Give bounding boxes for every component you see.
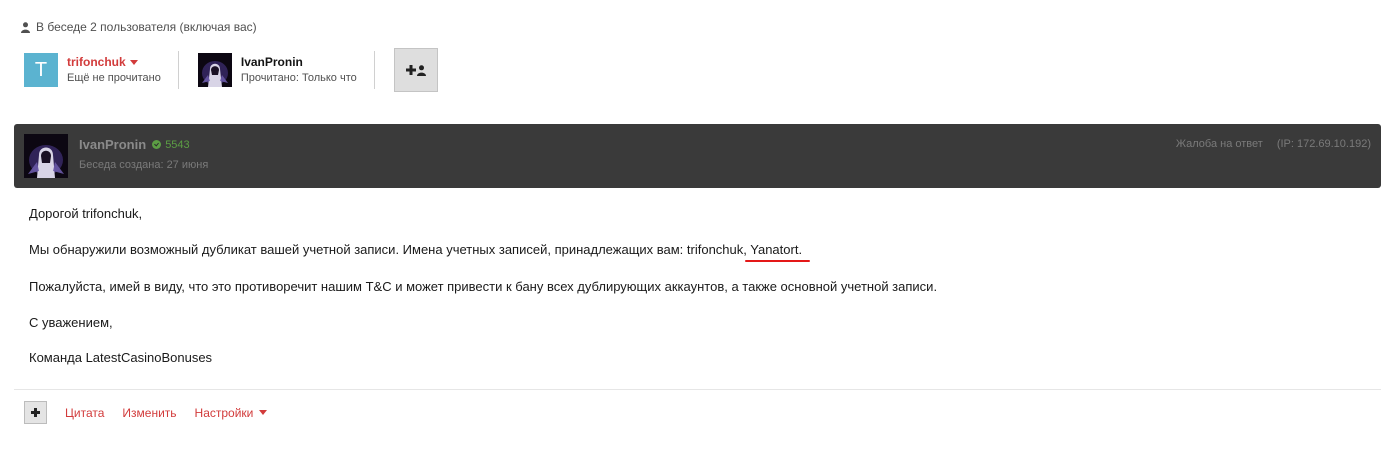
message-header: IvanPronin 5543 Беседа создана: 27 июня … — [14, 124, 1381, 188]
message-paragraph: Пожалуйста, имей в виду, что это противо… — [29, 279, 938, 294]
divider — [373, 51, 375, 89]
author-points[interactable]: 5543 — [165, 139, 189, 151]
caret-down-icon — [259, 410, 268, 415]
plus-icon — [31, 408, 40, 417]
participant-name: trifonchuk — [67, 55, 126, 69]
divider — [14, 389, 1381, 390]
highlighted-username: Yanatort. — [750, 242, 803, 257]
settings-label: Настройки — [194, 405, 254, 420]
check-circle-icon — [152, 140, 162, 149]
message-actions: Цитата Изменить Настройки — [24, 401, 285, 424]
signature: Команда LatestCasinoBonuses — [29, 350, 213, 365]
avatar[interactable]: T — [24, 53, 58, 87]
add-participant-button[interactable] — [393, 48, 438, 92]
author-name[interactable]: IvanPronin — [79, 137, 146, 152]
conversation-info: В беседе 2 пользователя (включая вас) — [21, 20, 257, 34]
message-text: Мы обнаружили возможный дубликат вашей у… — [29, 242, 751, 257]
participant-status: Прочитано: Только что — [240, 72, 357, 84]
closing: С уважением, — [29, 315, 113, 330]
participant-name-link[interactable]: IvanPronin — [241, 54, 357, 70]
participant-status: Ещё не прочитано — [67, 72, 161, 84]
settings-link[interactable]: Настройки — [195, 406, 268, 420]
report-link[interactable]: Жалоба на ответ — [1176, 138, 1263, 150]
greeting: Дорогой trifonchuk, — [29, 206, 143, 221]
avatar[interactable] — [24, 134, 68, 178]
multiquote-button[interactable] — [24, 401, 47, 424]
message-paragraph: Мы обнаружили возможный дубликат вашей у… — [29, 242, 802, 257]
caret-down-icon[interactable] — [129, 59, 138, 65]
participant-name-link[interactable]: trifonchuk — [67, 54, 161, 70]
conversation-created: Беседа создана: 27 июня — [79, 159, 209, 171]
user-icon — [416, 64, 426, 76]
plus-icon — [405, 65, 416, 75]
quote-link[interactable]: Цитата — [65, 406, 104, 420]
user-icon — [21, 21, 30, 33]
participant-trifonchuk: T trifonchuk Ещё не прочитано — [24, 53, 161, 87]
participants-list: T trifonchuk Ещё не прочитано IvanPronin… — [24, 48, 438, 92]
participant-ivanpronin: IvanPronin Прочитано: Только что — [197, 53, 357, 87]
divider — [177, 51, 179, 89]
avatar[interactable] — [197, 53, 232, 87]
ip-address: (IP: 172.69.10.192) — [1276, 138, 1371, 150]
participant-name: IvanPronin — [240, 55, 303, 69]
conversation-info-text: В беседе 2 пользователя (включая вас) — [36, 20, 257, 34]
edit-link[interactable]: Изменить — [122, 406, 176, 420]
avatar-initial: T — [34, 58, 48, 81]
